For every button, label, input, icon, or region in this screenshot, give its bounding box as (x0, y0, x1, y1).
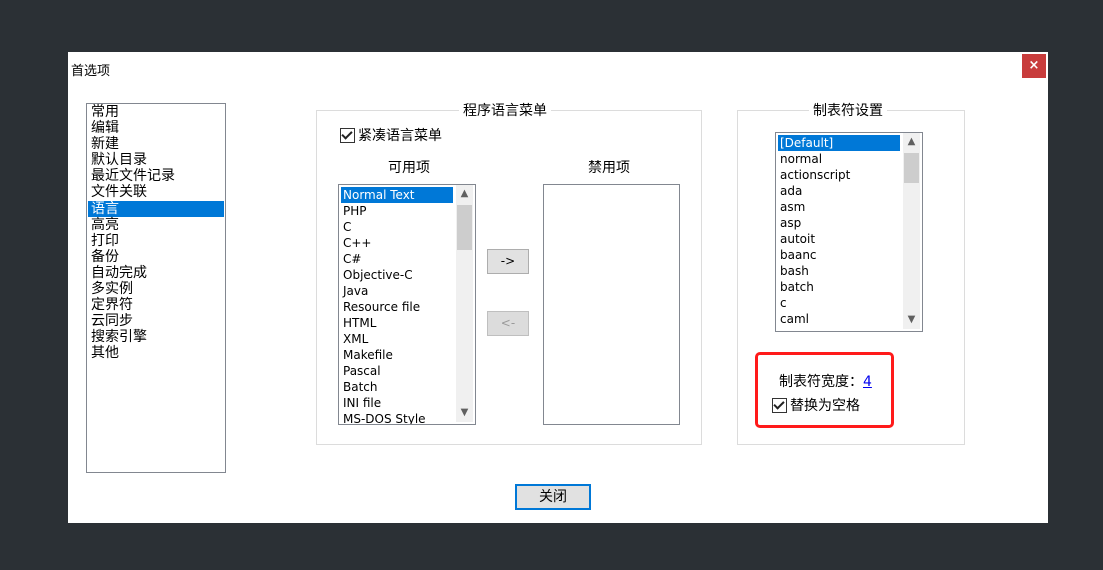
category-item[interactable]: 最近文件记录 (88, 168, 224, 184)
category-item[interactable]: 定界符 (88, 297, 224, 313)
tab-language-scrollbar[interactable]: ▲ ▼ (903, 133, 920, 329)
tab-language-item[interactable]: autoit (778, 231, 900, 247)
tab-language-item[interactable]: bash (778, 263, 900, 279)
category-list[interactable]: 常用 编辑 新建 默认目录 最近文件记录 文件关联 语言 高亮 打印 备份 自动… (86, 103, 226, 473)
compact-language-menu-checkbox[interactable]: 紧凑语言菜单 (340, 125, 442, 145)
available-item[interactable]: Pascal (341, 363, 453, 379)
available-item[interactable]: XML (341, 331, 453, 347)
category-item[interactable]: 云同步 (88, 313, 224, 329)
tab-language-item[interactable]: c (778, 295, 900, 311)
scroll-down-icon[interactable]: ▼ (456, 404, 473, 421)
available-item[interactable]: Objective-C (341, 267, 453, 283)
disabled-languages-list[interactable] (543, 184, 680, 425)
category-item[interactable]: 多实例 (88, 281, 224, 297)
scroll-up-icon[interactable]: ▲ (903, 133, 920, 150)
available-item[interactable]: Java (341, 283, 453, 299)
scroll-down-icon[interactable]: ▼ (903, 311, 920, 328)
category-item[interactable]: 默认目录 (88, 152, 224, 168)
tab-settings-group-title: 制表符设置 (809, 100, 887, 120)
available-item[interactable]: C# (341, 251, 453, 267)
available-item[interactable]: PHP (341, 203, 453, 219)
category-item[interactable]: 常用 (88, 104, 224, 120)
move-to-disabled-button[interactable]: -> (487, 249, 529, 274)
available-item[interactable]: C (341, 219, 453, 235)
move-to-available-button[interactable]: <- (487, 311, 529, 336)
available-item[interactable]: Resource file (341, 299, 453, 315)
category-item[interactable]: 高亮 (88, 217, 224, 233)
scrollbar-thumb[interactable] (457, 205, 472, 250)
scrollbar-thumb[interactable] (904, 153, 919, 183)
tab-language-item[interactable]: asp (778, 215, 900, 231)
category-item[interactable]: 文件关联 (88, 184, 224, 200)
available-item[interactable]: C++ (341, 235, 453, 251)
available-header: 可用项 (388, 160, 430, 176)
available-item[interactable]: Batch (341, 379, 453, 395)
available-languages-list[interactable]: Normal Text PHP C C++ C# Objective-C Jav… (338, 184, 476, 425)
category-item-selected[interactable]: 语言 (88, 201, 224, 217)
compact-language-menu-label: 紧凑语言菜单 (358, 128, 442, 144)
preferences-dialog: 首选项 × 常用 编辑 新建 默认目录 最近文件记录 文件关联 语言 高亮 打印… (68, 52, 1048, 523)
category-item[interactable]: 其他 (88, 345, 224, 361)
tab-language-list[interactable]: [Default] normal actionscript ada asm as… (775, 132, 923, 332)
tab-language-item[interactable]: normal (778, 151, 900, 167)
available-item-selected[interactable]: Normal Text (341, 187, 453, 203)
tab-language-item[interactable]: actionscript (778, 167, 900, 183)
category-item[interactable]: 打印 (88, 233, 224, 249)
tab-language-item[interactable]: caml (778, 311, 900, 327)
tab-language-item[interactable]: batch (778, 279, 900, 295)
checkbox-checked-icon[interactable] (340, 127, 355, 143)
available-item[interactable]: MS-DOS Style (341, 411, 453, 424)
tab-language-item-selected[interactable]: [Default] (778, 135, 900, 151)
category-item[interactable]: 编辑 (88, 120, 224, 136)
highlight-annotation-box (755, 352, 894, 428)
available-list-scrollbar[interactable]: ▲ ▼ (456, 185, 473, 422)
close-window-button[interactable]: × (1022, 54, 1046, 78)
close-button[interactable]: 关闭 (515, 484, 591, 510)
available-item[interactable]: INI file (341, 395, 453, 411)
category-item[interactable]: 搜索引擎 (88, 329, 224, 345)
tab-language-item[interactable]: asm (778, 199, 900, 215)
language-menu-group-title: 程序语言菜单 (459, 100, 551, 120)
category-item[interactable]: 新建 (88, 136, 224, 152)
dialog-title: 首选项 (71, 64, 111, 79)
available-item[interactable]: Makefile (341, 347, 453, 363)
tab-language-item[interactable]: baanc (778, 247, 900, 263)
category-item[interactable]: 自动完成 (88, 265, 224, 281)
disabled-header: 禁用项 (588, 160, 630, 176)
category-item[interactable]: 备份 (88, 249, 224, 265)
available-item[interactable]: HTML (341, 315, 453, 331)
tab-language-item[interactable]: ada (778, 183, 900, 199)
scroll-up-icon[interactable]: ▲ (456, 185, 473, 202)
